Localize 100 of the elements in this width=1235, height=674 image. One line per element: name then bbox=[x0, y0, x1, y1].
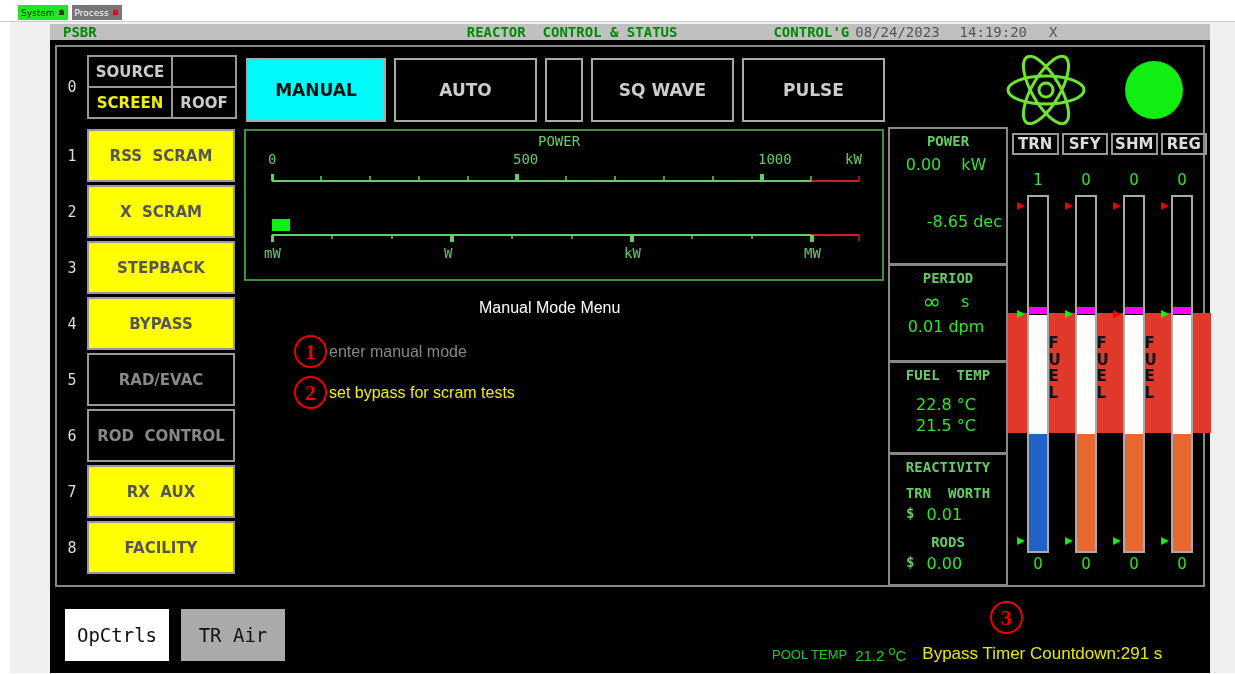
scale-label: kW bbox=[624, 245, 641, 261]
power-value: 0.00 bbox=[905, 155, 943, 174]
limit-bar bbox=[1125, 307, 1143, 314]
readout-title: PERIOD bbox=[922, 270, 974, 286]
fuel-label: FUEL bbox=[1144, 335, 1158, 401]
step-text: enter manual mode bbox=[329, 342, 467, 361]
limit-bar bbox=[1029, 307, 1047, 314]
decade-value: -8.65 dec bbox=[926, 212, 1003, 231]
rod-count: 0 bbox=[1080, 171, 1092, 191]
limit-marker-icon bbox=[1065, 202, 1073, 210]
row-number: 6 bbox=[66, 426, 78, 445]
limit-marker-icon bbox=[1113, 537, 1121, 545]
limit-marker-icon bbox=[1161, 537, 1169, 545]
row-number: 7 bbox=[66, 482, 78, 501]
blank-mode-button[interactable] bbox=[545, 57, 583, 122]
rod-count: 0 bbox=[1032, 555, 1044, 575]
menu-button[interactable]: RX AUX bbox=[87, 465, 235, 518]
rod-count: 0 bbox=[1080, 555, 1092, 575]
meter-title: POWER bbox=[538, 133, 581, 149]
window-tab[interactable]: Process bbox=[71, 5, 122, 20]
mode-button[interactable]: AUTO bbox=[394, 57, 537, 122]
limit-marker-icon bbox=[1065, 537, 1073, 545]
row-number: 2 bbox=[66, 202, 78, 221]
mode-label: CONTROL'G bbox=[773, 24, 850, 40]
date-text: 08/24/2023 bbox=[855, 24, 940, 40]
limit-marker-icon bbox=[1161, 202, 1169, 210]
site-name: PSBR bbox=[63, 24, 97, 40]
menu-button[interactable]: ROD CONTROL bbox=[87, 409, 235, 462]
mode-button[interactable]: PULSE bbox=[742, 57, 885, 122]
currency-sign: $ bbox=[906, 554, 915, 570]
unit-label: s bbox=[961, 292, 971, 311]
menu-button[interactable]: RAD/EVAC bbox=[87, 353, 235, 406]
rod-name: REG bbox=[1160, 133, 1207, 155]
limit-marker-icon bbox=[1161, 310, 1169, 318]
rod-count: 1 bbox=[1032, 171, 1044, 191]
step-marker: 1 bbox=[294, 335, 327, 368]
fuel-label: FUEL bbox=[1096, 335, 1110, 401]
window-tab[interactable]: System bbox=[18, 5, 68, 20]
unit-label: kW bbox=[961, 155, 988, 174]
bell-icon bbox=[111, 8, 119, 17]
reactivity-value: 0.00 bbox=[926, 554, 964, 573]
bypass-timer: Bypass Timer Countdown:291 s bbox=[922, 644, 1163, 664]
limit-marker-icon bbox=[1017, 310, 1025, 318]
rod-count: 0 bbox=[1176, 555, 1188, 575]
rod-name: SFY bbox=[1061, 133, 1108, 155]
rod-count: 0 bbox=[1128, 555, 1140, 575]
panel-button[interactable]: TR Air bbox=[181, 609, 285, 661]
temperature-value: 22.8 °C bbox=[916, 395, 977, 414]
row-number: 8 bbox=[66, 538, 78, 557]
rod-name: TRN bbox=[1012, 133, 1059, 155]
fuel-label: FUEL bbox=[1048, 335, 1062, 401]
row-number: 4 bbox=[66, 314, 78, 333]
rate-value: 0.01 dpm bbox=[907, 317, 986, 336]
reactivity-label: RODS bbox=[931, 534, 965, 550]
step-text: set bypass for scram tests bbox=[329, 383, 515, 402]
reactivity-value: 0.01 bbox=[926, 505, 964, 524]
currency-sign: $ bbox=[906, 505, 915, 521]
scale-label: mW bbox=[264, 245, 281, 261]
row-number: 0 bbox=[66, 78, 78, 96]
close-button[interactable]: X bbox=[1049, 24, 1058, 40]
pool-temp-label: POOL TEMP bbox=[772, 646, 848, 662]
scale-label: 500 bbox=[513, 151, 539, 167]
window-title: REACTOR CONTROL & STATUS bbox=[466, 24, 678, 40]
limit-marker-icon bbox=[1113, 310, 1121, 318]
readout-title: FUEL TEMP bbox=[905, 367, 991, 383]
row-number: 3 bbox=[66, 258, 78, 277]
limit-bar bbox=[1077, 307, 1095, 314]
source-option[interactable]: SOURCE bbox=[88, 56, 172, 87]
panel-button[interactable]: OpCtrls bbox=[65, 609, 169, 661]
scale-label: 1000 bbox=[758, 151, 792, 167]
step-marker: 2 bbox=[294, 376, 327, 409]
source-option[interactable]: SCREEN bbox=[88, 87, 172, 118]
unit-label: kW bbox=[845, 151, 862, 167]
readout-title: REACTIVITY bbox=[905, 459, 991, 475]
rod-name: SHM bbox=[1111, 133, 1158, 155]
readout-title: POWER bbox=[926, 133, 970, 149]
limit-marker-icon bbox=[1065, 310, 1073, 318]
limit-marker-icon bbox=[1017, 202, 1025, 210]
menu-title: Manual Mode Menu bbox=[479, 299, 622, 317]
menu-button[interactable]: X SCRAM bbox=[87, 185, 235, 238]
menu-button[interactable]: RSS SCRAM bbox=[87, 129, 235, 182]
time-text: 14:19:20 bbox=[959, 24, 1028, 40]
temperature-value: 21.5 °C bbox=[916, 416, 977, 435]
menu-button[interactable]: FACILITY bbox=[87, 521, 235, 574]
scale-label: 0 bbox=[268, 151, 277, 167]
period-value: ∞ bbox=[922, 292, 942, 311]
rod-count: 0 bbox=[1176, 171, 1188, 191]
menu-button[interactable]: STEPBACK bbox=[87, 241, 235, 294]
mode-button[interactable]: MANUAL bbox=[246, 57, 386, 122]
source-option[interactable]: ROOF bbox=[172, 87, 236, 118]
step-marker: 3 bbox=[990, 601, 1023, 634]
scale-label: MW bbox=[804, 245, 821, 261]
row-number: 1 bbox=[66, 146, 78, 165]
scale-label: W bbox=[444, 245, 453, 261]
reactivity-label: TRN WORTH bbox=[905, 485, 991, 501]
menu-button[interactable]: BYPASS bbox=[87, 297, 235, 350]
row-number: 5 bbox=[66, 370, 78, 389]
limit-marker-icon bbox=[1017, 537, 1025, 545]
mode-button[interactable]: SQ WAVE bbox=[591, 57, 734, 122]
rod-count: 0 bbox=[1128, 171, 1140, 191]
